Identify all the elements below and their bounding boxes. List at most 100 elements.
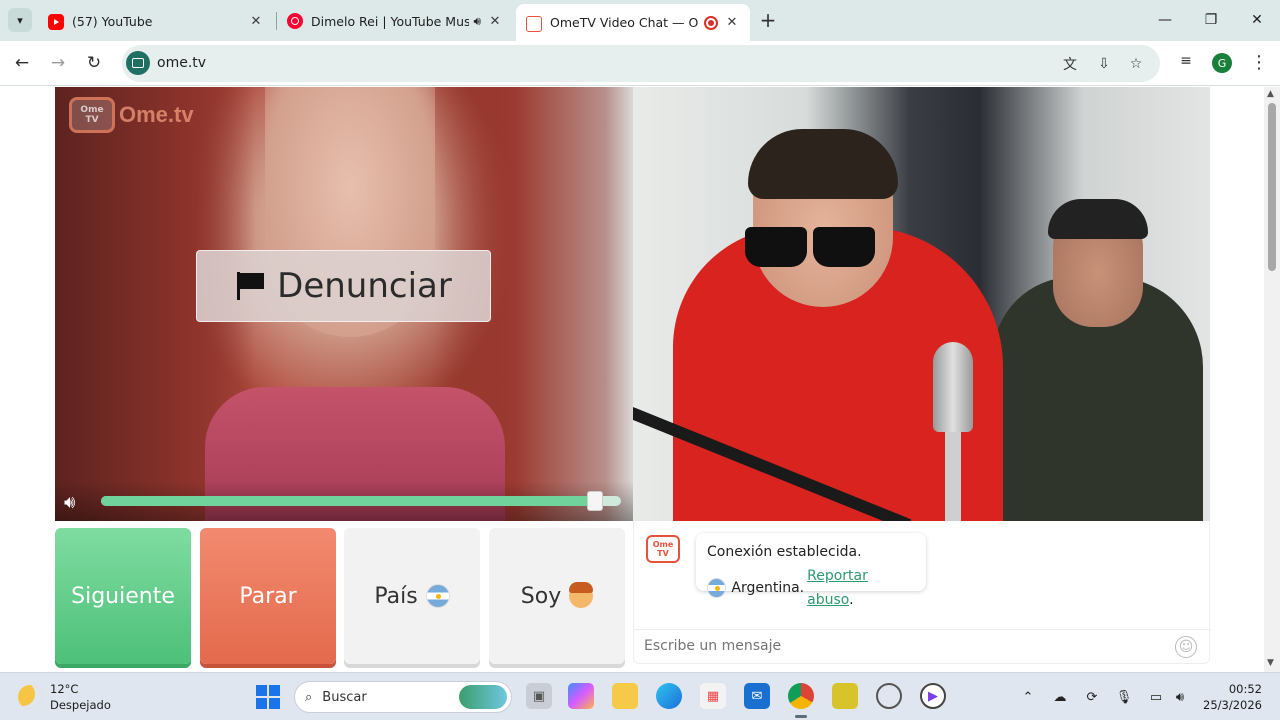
chat-input-area: ☺ <box>634 629 1211 664</box>
restore-button[interactable]: ❐ <box>1188 8 1234 32</box>
volume-control: 🔊︎ <box>55 481 633 521</box>
menu-icon[interactable]: ⋮ <box>1250 51 1268 75</box>
scroll-down-icon[interactable]: ▼ <box>1267 658 1274 668</box>
ometv-logo: Ome TV Ome.tv <box>69 97 194 133</box>
emoji-icon[interactable]: ☺ <box>1175 636 1197 658</box>
argentina-flag-icon <box>707 578 727 598</box>
copilot-icon[interactable] <box>568 683 594 709</box>
connection-status: Conexión establecida. <box>707 544 862 560</box>
volume-tray-icon[interactable]: 🔊︎ <box>1170 687 1190 707</box>
active-app-indicator <box>795 715 807 718</box>
search-highlight-image <box>459 685 507 709</box>
stop-label: Parar <box>239 583 297 609</box>
clock-time: 00:52 <box>1228 682 1262 696</box>
report-abuse-link[interactable]: Reportar abuso <box>807 568 868 608</box>
stop-button[interactable]: Parar <box>200 528 336 664</box>
page-scrollbar[interactable]: ▲ ▼ <box>1264 87 1280 672</box>
report-label: Denunciar <box>277 266 452 306</box>
self-video <box>633 87 1210 521</box>
video-content <box>933 342 973 432</box>
microphone-icon[interactable]: 🎙︎ <box>1114 687 1134 707</box>
youtube-icon <box>48 14 64 30</box>
tab-strip: ▾ (57) YouTube ✕ Dimelo Rei | YouTube Mu… <box>0 0 1280 41</box>
chrome-icon[interactable] <box>788 683 814 709</box>
ometv-chat-icon: Ome TV <box>646 535 680 563</box>
close-icon[interactable]: ✕ <box>724 15 740 31</box>
scroll-up-icon[interactable]: ▲ <box>1267 89 1274 99</box>
translate-icon[interactable]: 文 <box>1060 54 1080 74</box>
address-bar[interactable]: ome.tv 文 ⇩ ☆ <box>122 45 1160 82</box>
media-control-icon[interactable]: ≡ <box>1176 51 1196 71</box>
boy-icon <box>569 582 594 608</box>
report-button[interactable]: Denunciar <box>196 250 491 322</box>
tab-youtube-music[interactable]: Dimelo Rei | YouTube Music 🔊︎ ✕ <box>277 6 513 36</box>
gender-button[interactable]: Soy <box>489 528 625 664</box>
obs-icon[interactable] <box>876 683 902 709</box>
outlook-icon[interactable]: ✉ <box>744 683 770 709</box>
taskbar-search[interactable]: ⌕ Buscar <box>294 681 512 713</box>
system-message: Conexión establecida. Argentina. Reporta… <box>696 533 926 608</box>
store-icon[interactable]: ▦ <box>700 683 726 709</box>
scroll-thumb[interactable] <box>1268 103 1276 271</box>
forward-button[interactable]: → <box>46 51 70 75</box>
volume-icon[interactable]: 🔊︎ <box>64 492 94 513</box>
tab-title: Dimelo Rei | YouTube Music <box>311 13 470 29</box>
close-icon[interactable]: ✕ <box>487 13 503 29</box>
close-window-button[interactable]: ✕ <box>1234 8 1280 32</box>
minimize-button[interactable]: — <box>1142 8 1188 32</box>
network-icon[interactable]: ▭ <box>1146 687 1166 707</box>
reload-button[interactable]: ↻ <box>82 51 106 75</box>
chat-panel: Ome TV Conexión establecida. Argentina. … <box>633 521 1211 664</box>
edge-icon[interactable] <box>656 683 682 709</box>
tab-youtube[interactable]: (57) YouTube ✕ <box>38 6 274 36</box>
chevron-up-icon[interactable]: ⌃ <box>1018 687 1038 707</box>
weather-condition: Despejado <box>50 698 111 712</box>
task-view-icon[interactable]: ▣ <box>526 683 552 709</box>
start-button[interactable] <box>256 685 280 709</box>
back-button[interactable]: ← <box>10 51 34 75</box>
logo-text: Ome.tv <box>119 102 194 127</box>
onedrive-icon[interactable]: ☁ <box>1050 687 1070 707</box>
partner-country: Argentina. <box>731 580 805 596</box>
media-player-icon[interactable]: ▶ <box>920 683 946 709</box>
stranger-video: Ome TV Ome.tv Denunciar 🔊︎ <box>55 87 633 521</box>
logo-tv-line2: TV <box>85 115 99 125</box>
close-icon[interactable]: ✕ <box>248 13 264 29</box>
tab-title: (57) YouTube <box>72 13 153 29</box>
youtube-music-icon <box>287 13 303 29</box>
pes-icon[interactable] <box>832 683 858 709</box>
install-app-icon[interactable]: ⇩ <box>1094 54 1114 74</box>
speaker-icon[interactable]: 🔊︎ <box>473 14 481 29</box>
search-placeholder: Buscar <box>322 689 367 705</box>
next-button[interactable]: Siguiente <box>55 528 191 664</box>
clock[interactable]: 00:52 25/3/2026 <box>1196 681 1262 713</box>
volume-slider[interactable] <box>101 496 621 506</box>
ometv-page: Ome TV Ome.tv Denunciar 🔊︎ Siguiente Par… <box>0 87 1264 672</box>
bookmark-star-icon[interactable]: ☆ <box>1126 54 1146 74</box>
new-tab-button[interactable]: + <box>758 10 778 30</box>
gender-label: Soy <box>520 583 562 609</box>
ometv-tv-icon: Ome TV <box>69 97 115 133</box>
recording-icon <box>704 15 718 30</box>
message-input[interactable] <box>644 638 1164 654</box>
chat-logo-line2: TV <box>657 549 669 558</box>
country-line: Argentina. Reportar abuso. <box>707 564 915 612</box>
tab-title: OmeTV Video Chat — Ome <box>550 15 698 30</box>
report-suffix: . <box>849 592 854 608</box>
file-explorer-icon[interactable] <box>612 683 638 709</box>
video-content <box>945 427 961 521</box>
volume-handle[interactable] <box>587 491 603 511</box>
tab-search-button[interactable]: ▾ <box>8 8 32 32</box>
sync-icon[interactable]: ⟳ <box>1082 687 1102 707</box>
tab-ometv[interactable]: OmeTV Video Chat — Ome ✕ <box>516 4 750 41</box>
clock-date: 25/3/2026 <box>1203 698 1262 712</box>
argentina-flag-icon <box>425 584 450 608</box>
country-button[interactable]: País <box>344 528 480 664</box>
weather-widget[interactable]: 12°C Despejado <box>18 681 111 713</box>
video-content <box>748 129 898 199</box>
volume-fill <box>101 496 595 506</box>
profile-avatar[interactable]: G <box>1212 53 1232 73</box>
search-icon: ⌕ <box>305 689 313 705</box>
url-text[interactable]: ome.tv <box>157 55 206 71</box>
site-info-icon[interactable] <box>126 51 150 75</box>
